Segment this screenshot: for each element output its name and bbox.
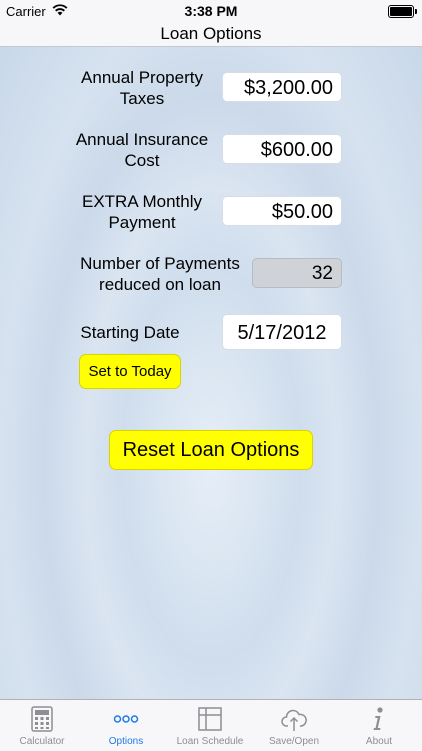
extra-payment-label-line1: EXTRA Monthly xyxy=(82,192,202,211)
property-taxes-label-line2: Taxes xyxy=(119,89,165,108)
ellipsis-icon xyxy=(113,715,139,723)
payments-reduced-field: 32 xyxy=(252,258,342,288)
tab-options-label: Options xyxy=(108,736,144,747)
payments-reduced-label: Number of Payments reduced on loan xyxy=(70,253,250,295)
tab-save-open[interactable]: Save/Open xyxy=(252,700,336,751)
tab-loan-schedule[interactable]: Loan Schedule xyxy=(168,700,252,751)
insurance-label: Annual Insurance Cost xyxy=(62,129,222,171)
page-title: Loan Options xyxy=(160,24,262,43)
reset-loan-options-button[interactable]: Reset Loan Options xyxy=(109,430,313,470)
insurance-field[interactable]: $600.00 xyxy=(222,134,342,164)
tab-options[interactable]: Options xyxy=(84,700,168,751)
property-taxes-label: Annual Property Taxes xyxy=(62,67,222,109)
insurance-label-line2: Cost xyxy=(124,151,160,170)
tab-calculator[interactable]: Calculator xyxy=(0,700,84,751)
status-time: 3:38 PM xyxy=(184,3,238,19)
set-to-today-button[interactable]: Set to Today xyxy=(79,354,181,389)
calculator-icon xyxy=(31,706,53,732)
extra-payment-label-line2: Payment xyxy=(108,213,176,232)
info-icon xyxy=(373,707,383,730)
tab-bar: Calculator Options Loan Schedule Save/Op… xyxy=(0,699,422,751)
navigation-bar: Loan Options xyxy=(0,22,422,47)
payments-reduced-label-line2: reduced on loan xyxy=(99,275,221,294)
tab-calculator-label: Calculator xyxy=(19,736,65,747)
tab-save-open-label: Save/Open xyxy=(268,736,320,747)
background xyxy=(0,0,422,750)
payments-reduced-label-line1: Number of Payments xyxy=(80,254,240,273)
tab-loan-schedule-label: Loan Schedule xyxy=(176,736,244,747)
property-taxes-field[interactable]: $3,200.00 xyxy=(222,72,342,102)
tab-about-label: About xyxy=(365,736,393,747)
property-taxes-label-line1: Annual Property xyxy=(81,68,203,87)
extra-payment-field[interactable]: $50.00 xyxy=(222,196,342,226)
extra-payment-label: EXTRA Monthly Payment xyxy=(62,191,222,233)
table-icon xyxy=(198,707,222,731)
starting-date-label: Starting Date xyxy=(80,323,180,342)
insurance-label-line1: Annual Insurance xyxy=(75,130,209,149)
status-bar: Carrier 3:38 PM xyxy=(0,0,422,22)
starting-date-field[interactable]: 5/17/2012 xyxy=(222,314,342,350)
cloud-upload-icon xyxy=(281,709,307,731)
battery-icon xyxy=(388,5,417,18)
tab-about[interactable]: About xyxy=(336,700,422,751)
